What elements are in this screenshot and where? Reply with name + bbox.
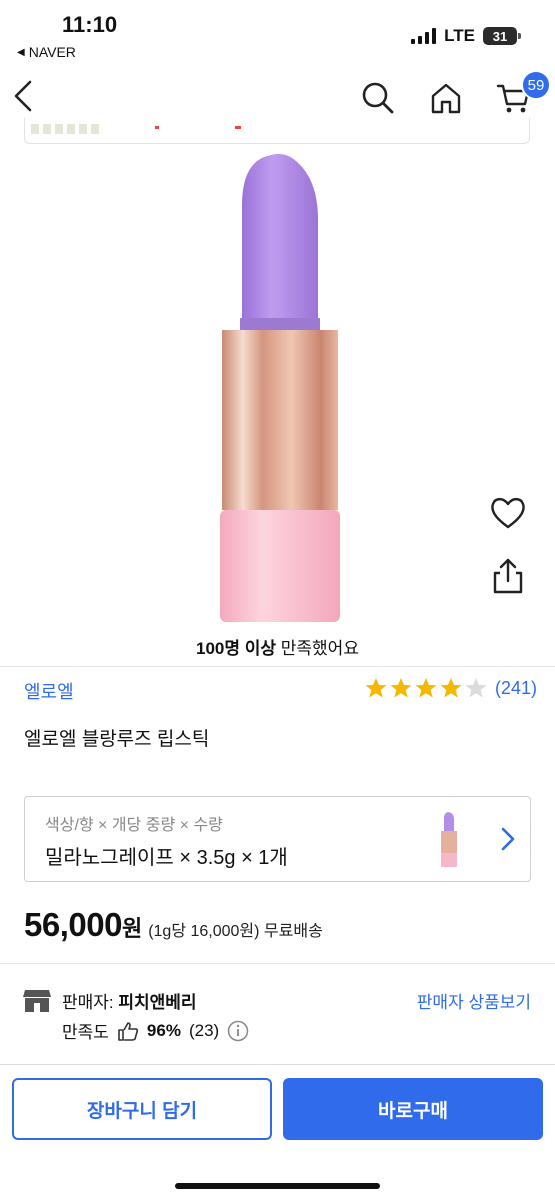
- option-selector[interactable]: 색상/향 × 개당 중량 × 수량 밀라노그레이프 × 3.5g × 1개: [24, 796, 531, 882]
- cart-count-badge: 59: [521, 70, 551, 100]
- brand-link[interactable]: 엘로엘: [24, 678, 74, 704]
- review-count: (241): [494, 677, 537, 698]
- bottom-action-bar: 장바구니 담기 바로구매: [0, 1064, 555, 1200]
- star-icon: [365, 678, 387, 698]
- status-indicators: LTE 31: [411, 26, 521, 46]
- search-icon[interactable]: [360, 80, 396, 116]
- satisfaction-banner: 100명 이상 만족했어요: [0, 634, 555, 659]
- signal-icon: [411, 28, 437, 44]
- price-unit: 원: [121, 916, 143, 941]
- banner-strip: [24, 118, 530, 144]
- option-label: 색상/향 × 개당 중량 × 수량: [45, 817, 223, 834]
- thumbs-up-icon: [118, 1021, 139, 1041]
- price-detail: (1g당 16,000원) 무료배송: [148, 923, 323, 940]
- option-thumbnail: [441, 812, 457, 867]
- home-indicator[interactable]: [175, 1183, 380, 1189]
- seller-label: 판매자:: [62, 993, 119, 1012]
- price-amount: 56,000: [24, 906, 122, 943]
- product-image[interactable]: [200, 150, 360, 625]
- satisfaction-count: 100명 이상: [196, 639, 277, 658]
- seller-satisfaction: 만족도 96% (23): [62, 1018, 249, 1043]
- network-label: LTE: [444, 26, 475, 45]
- satisfaction-percent: 96%: [146, 1020, 181, 1040]
- back-to-app-link[interactable]: ◀ NAVER: [17, 44, 76, 60]
- star-icon: [415, 678, 437, 698]
- satisfaction-count: (23): [188, 1020, 220, 1040]
- product-name: 엘로엘 블랑루즈 립스틱: [24, 729, 210, 750]
- buy-now-button[interactable]: 바로구매: [283, 1078, 543, 1140]
- chevron-right-icon: [501, 827, 515, 851]
- heart-icon[interactable]: [488, 493, 528, 533]
- star-icon: [390, 678, 412, 698]
- home-icon[interactable]: [428, 80, 464, 116]
- battery-level: 31: [492, 28, 508, 44]
- star-icon: [440, 678, 462, 698]
- back-icon[interactable]: [10, 78, 38, 114]
- seller-products-link[interactable]: 판매자 상품보기: [417, 988, 531, 1013]
- divider: [0, 666, 555, 667]
- add-to-cart-button[interactable]: 장바구니 담기: [12, 1078, 272, 1140]
- status-bar: 11:10 ◀ NAVER LTE 31: [0, 0, 555, 66]
- divider: [0, 963, 555, 964]
- star-empty-icon: [465, 678, 487, 698]
- rating[interactable]: (241): [364, 676, 537, 700]
- seller-name: 피치앤베리: [118, 993, 197, 1012]
- status-time: 11:10: [62, 12, 118, 37]
- share-icon[interactable]: [488, 556, 528, 596]
- satisfaction-label: 만족도: [62, 1023, 109, 1042]
- battery-icon: 31: [483, 27, 521, 45]
- option-value: 밀라노그레이프 × 3.5g × 1개: [45, 847, 288, 869]
- satisfaction-text: 만족했어요: [276, 639, 359, 658]
- seller-info: 판매자: 피치앤베리: [62, 988, 197, 1013]
- price-row: 56,000 원 (1g당 16,000원) 무료배송: [24, 906, 323, 944]
- back-app-label: NAVER: [28, 44, 76, 60]
- info-icon[interactable]: [227, 1020, 249, 1042]
- back-triangle-icon: ◀: [17, 46, 25, 58]
- store-icon: [23, 990, 51, 1012]
